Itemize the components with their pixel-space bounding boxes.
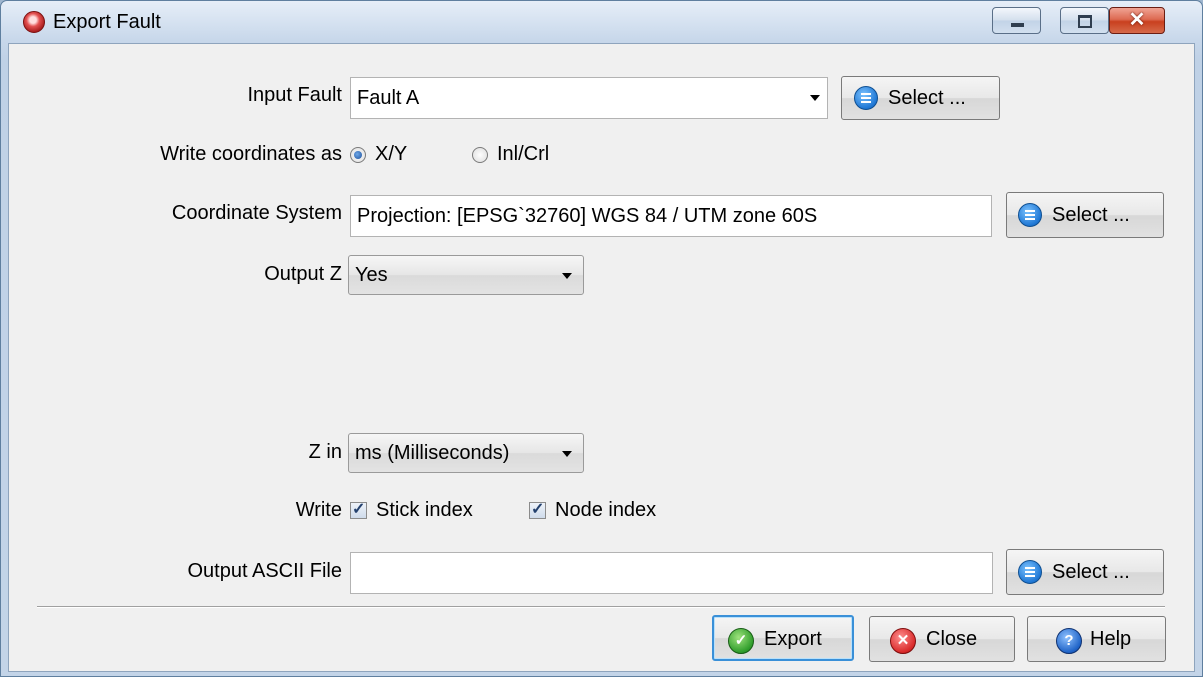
coordinate-system-field: Projection: [EPSG`32760] WGS 84 / UTM zo… [350,195,992,237]
output-file-select-button[interactable]: Select ... [1006,549,1164,595]
coordinate-system-value: Projection: [EPSG`32760] WGS 84 / UTM zo… [357,205,818,227]
output-file-select-label: Select ... [1052,561,1130,583]
chevron-down-icon [562,273,572,279]
input-fault-value: Fault A [357,87,420,109]
check-icon: ✓ [728,628,754,654]
write-label: Write [295,499,342,521]
title-bar[interactable]: Export Fault ✕ [1,1,1202,43]
list-icon [1018,560,1042,584]
close-circle-icon: ✕ [890,628,916,654]
output-file-input[interactable] [350,552,993,594]
maximize-icon [1078,15,1092,28]
close-window-button[interactable]: ✕ [1109,7,1165,34]
output-file-label: Output ASCII File [187,560,342,582]
xy-radio-label[interactable]: X/Y [375,143,407,166]
inlcrl-radio[interactable] [472,147,488,163]
maximize-button[interactable] [1060,7,1109,34]
minimize-icon [1011,23,1024,27]
z-unit-dropdown[interactable]: ms (Milliseconds) [348,433,584,473]
stick-index-label[interactable]: Stick index [376,499,473,522]
help-icon: ? [1056,628,1082,654]
input-fault-select-button[interactable]: Select ... [841,76,1000,120]
write-coordinates-label: Write coordinates as [160,143,342,165]
node-index-label[interactable]: Node index [555,499,656,522]
footer-separator [37,606,1165,608]
stick-index-checkbox[interactable] [350,499,367,519]
minimize-button[interactable] [992,7,1041,34]
window-title: Export Fault [53,11,161,33]
help-button[interactable]: ? Help [1027,616,1166,662]
output-z-label: Output Z [264,263,342,285]
output-z-value: Yes [355,264,388,286]
z-unit-value: ms (Milliseconds) [355,442,510,464]
coordinate-system-label: Coordinate System [171,202,342,224]
z-in-label: Z in [308,441,342,463]
input-fault-combobox[interactable]: Fault A [350,77,828,119]
chevron-down-icon[interactable] [810,95,820,101]
help-label: Help [1090,628,1132,650]
close-button[interactable]: ✕ Close [869,616,1015,662]
export-label: Export [764,628,822,650]
dialog-body: Input Fault Fault A Select ... Write coo… [8,43,1195,672]
chevron-down-icon [562,451,572,457]
export-button[interactable]: ✓ Export [712,615,854,661]
input-fault-label: Input Fault [247,84,342,106]
output-z-dropdown[interactable]: Yes [348,255,584,295]
xy-radio[interactable] [350,147,366,163]
fault-app-icon [23,11,45,33]
list-icon [1018,203,1042,227]
inlcrl-radio-label[interactable]: Inl/Crl [497,143,549,166]
close-icon: ✕ [1128,9,1146,31]
coordinate-system-select-button[interactable]: Select ... [1006,192,1164,238]
input-fault-select-label: Select ... [888,87,966,109]
node-index-checkbox[interactable] [529,499,546,519]
close-label: Close [926,628,978,650]
coordinate-system-select-label: Select ... [1052,204,1130,226]
export-fault-window: Export Fault ✕ Input Fault Fault A Selec… [0,0,1203,677]
list-icon [854,86,878,110]
